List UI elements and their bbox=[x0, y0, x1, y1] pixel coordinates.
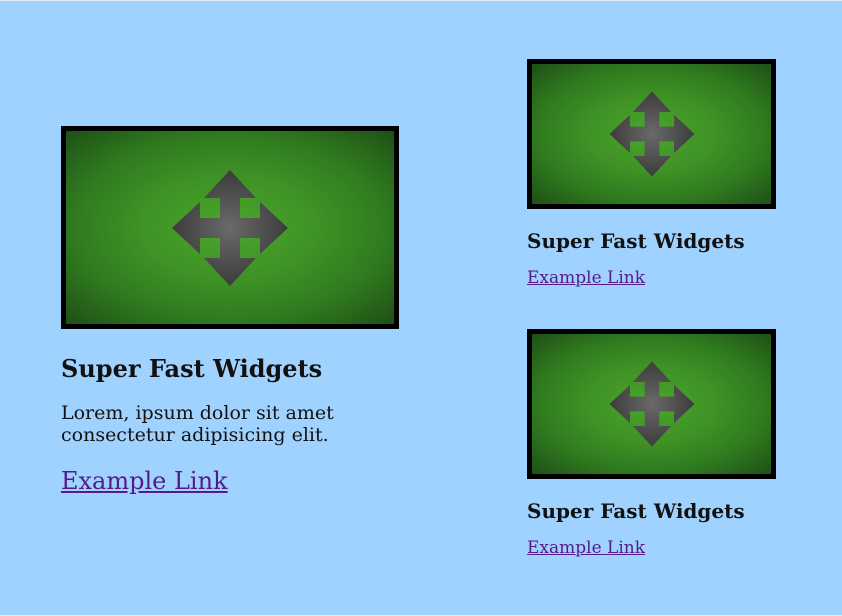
feature-card-large: Super Fast Widgets Lorem, ipsum dolor si… bbox=[61, 126, 491, 496]
card-description: Lorem, ipsum dolor sit amet consectetur … bbox=[61, 402, 334, 446]
card-title: Super Fast Widgets bbox=[61, 354, 323, 383]
card-title: Super Fast Widgets bbox=[527, 229, 745, 253]
move-arrows-icon bbox=[608, 91, 695, 177]
card-image bbox=[527, 59, 776, 209]
card-image bbox=[527, 329, 776, 479]
card-image bbox=[61, 126, 399, 329]
move-arrows-icon bbox=[608, 361, 695, 447]
feature-card-small: Super Fast Widgets Example Link bbox=[527, 329, 787, 559]
move-arrows-icon bbox=[172, 169, 288, 286]
example-link[interactable]: Example Link bbox=[527, 267, 645, 289]
example-link[interactable]: Example Link bbox=[527, 537, 645, 559]
feature-card-small: Super Fast Widgets Example Link bbox=[527, 59, 787, 289]
card-title: Super Fast Widgets bbox=[527, 499, 745, 523]
example-link[interactable]: Example Link bbox=[61, 466, 228, 496]
